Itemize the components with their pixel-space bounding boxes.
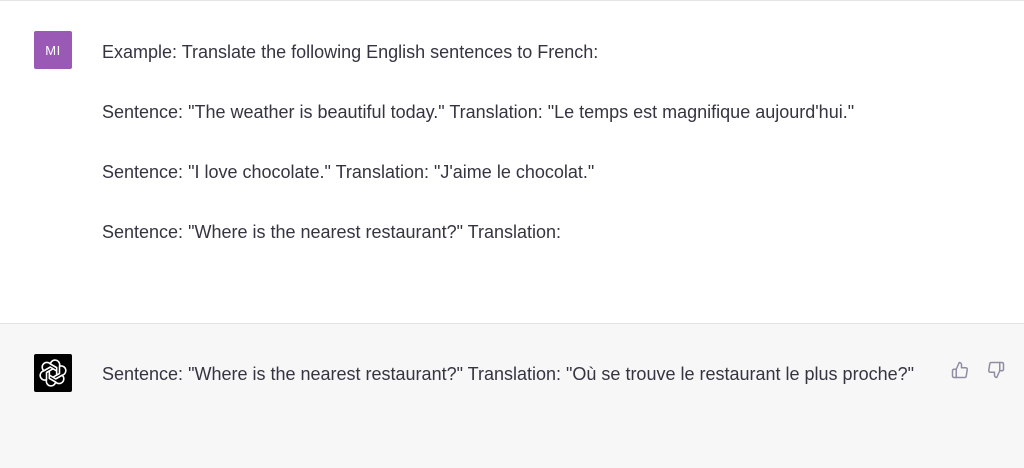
assistant-message-text: Sentence: "Where is the nearest restaura… bbox=[102, 364, 914, 384]
user-message-paragraph: Example: Translate the following English… bbox=[102, 42, 599, 62]
user-avatar: MI bbox=[34, 31, 72, 69]
user-message: MI Example: Translate the following Engl… bbox=[0, 0, 1024, 323]
assistant-avatar bbox=[34, 354, 72, 392]
thumbs-down-button[interactable] bbox=[986, 360, 1006, 380]
user-message-text: Example: Translate the following English… bbox=[102, 37, 882, 247]
user-message-paragraph: Sentence: "Where is the nearest restaura… bbox=[102, 222, 562, 242]
user-message-paragraph: Sentence: "I love chocolate." Translatio… bbox=[102, 162, 595, 182]
feedback-buttons bbox=[950, 360, 1006, 380]
user-message-paragraph: Sentence: "The weather is beautiful toda… bbox=[102, 102, 855, 122]
thumbs-down-icon bbox=[988, 361, 1005, 379]
thumbs-up-button[interactable] bbox=[950, 360, 970, 380]
assistant-message: Sentence: "Where is the nearest restaura… bbox=[0, 323, 1024, 468]
openai-logo-icon bbox=[39, 359, 67, 387]
user-avatar-initials: MI bbox=[45, 42, 61, 58]
chat-thread: MI Example: Translate the following Engl… bbox=[0, 0, 1024, 468]
thumbs-up-icon bbox=[951, 361, 968, 379]
